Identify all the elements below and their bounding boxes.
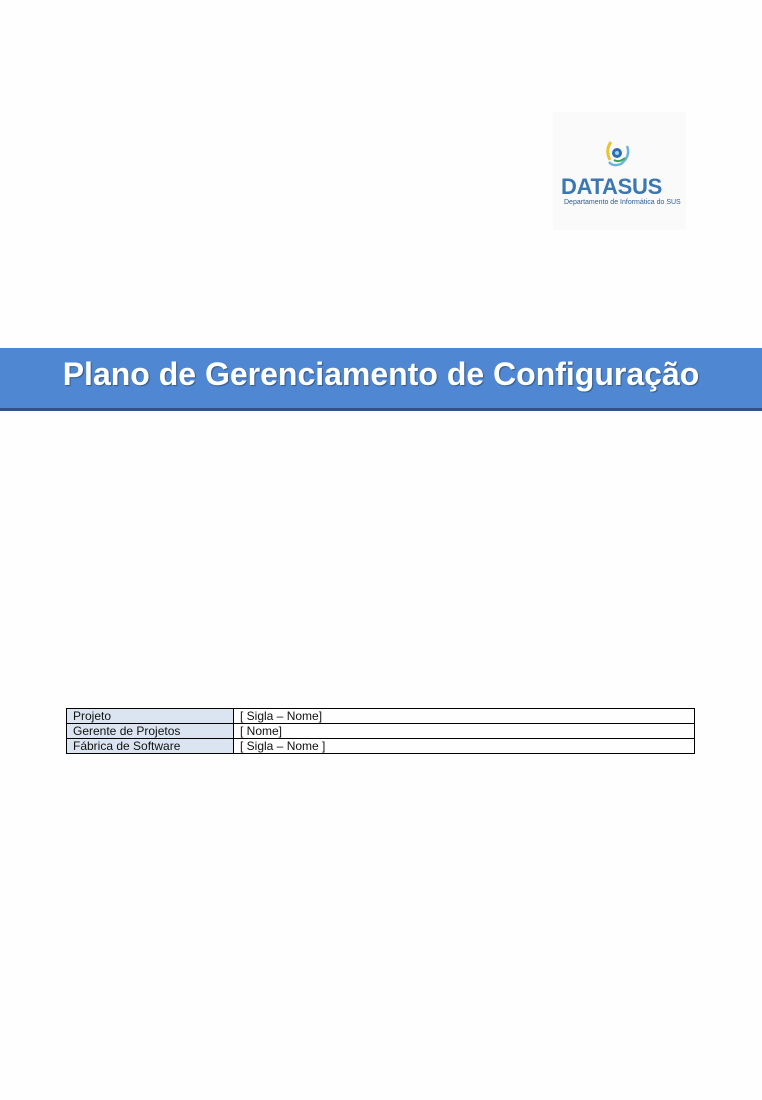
document-title: Plano de Gerenciamento de Configuração: [62, 356, 700, 392]
title-banner: Plano de Gerenciamento de Configuração: [0, 348, 762, 411]
datasus-logo: DATASUS Departamento de Informática do S…: [553, 112, 686, 230]
project-label: Projeto: [66, 708, 234, 724]
software-factory-label: Fábrica de Software: [66, 738, 234, 754]
logo-subtitle: Departamento de Informática do SUS: [564, 199, 681, 206]
project-info-table: Projeto [ Sigla – Nome] Gerente de Proje…: [66, 708, 695, 754]
logo-name: DATASUS: [561, 174, 662, 199]
project-value: [ Sigla – Nome]: [233, 708, 695, 724]
software-factory-value: [ Sigla – Nome ]: [233, 738, 695, 754]
table-row: Fábrica de Software [ Sigla – Nome ]: [66, 738, 695, 754]
table-row: Gerente de Projetos [ Nome]: [66, 723, 695, 739]
table-row: Projeto [ Sigla – Nome]: [66, 708, 695, 724]
datasus-emblem-icon: [606, 141, 630, 167]
project-manager-label: Gerente de Projetos: [66, 723, 234, 739]
project-manager-value: [ Nome]: [233, 723, 695, 739]
